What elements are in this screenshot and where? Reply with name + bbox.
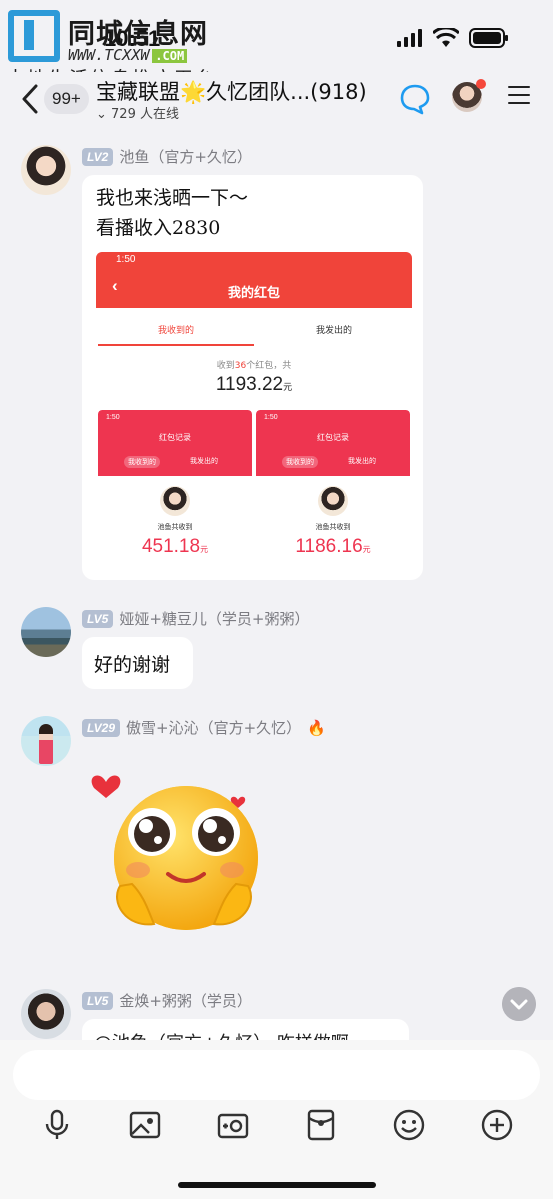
scroll-to-bottom-icon[interactable]	[502, 987, 536, 1021]
sender-meta: LV29 傲雪+沁沁（官方+久忆） 🔥	[82, 717, 326, 738]
record-time: 1:50	[106, 414, 120, 421]
header-avatar[interactable]	[452, 79, 486, 112]
record-tab-sent: 我发出的	[190, 457, 218, 465]
record-card: 1:50 红包记录 我收到的 我发出的 池鱼共收到 451.18元	[98, 410, 252, 570]
online-count[interactable]: ⌄ 729 人在线	[96, 103, 179, 122]
battery-icon	[469, 28, 508, 48]
unread-badge[interactable]: 99+	[44, 84, 89, 114]
watermark-logo-icon	[8, 10, 60, 62]
emoji-icon[interactable]	[392, 1108, 426, 1142]
screenshot-time: 1:50	[116, 254, 136, 265]
sender-meta: LV2 池鱼（官方+久忆）	[82, 146, 252, 167]
shared-screenshot-image[interactable]: 1:50 ‹ 我的红包 我收到的 我发出的 收到36个红包，共 1193.22元…	[96, 252, 412, 570]
record-caption: 池鱼共收到	[315, 523, 351, 531]
watermark-url: WWW.TCXXW .COM	[68, 46, 188, 64]
back-icon[interactable]	[16, 82, 46, 116]
message-bubble[interactable]: 好的谢谢	[82, 637, 193, 689]
record-amount: 451.18元	[141, 536, 209, 557]
notification-dot	[476, 79, 486, 89]
record-card: 1:50 红包记录 我收到的 我发出的 池鱼共收到 1186.16元	[256, 410, 410, 570]
fire-badge-icon: 🔥	[307, 718, 326, 737]
level-badge: LV5	[82, 609, 114, 628]
image-icon[interactable]	[128, 1108, 162, 1142]
menu-icon[interactable]	[508, 86, 530, 106]
sender-name[interactable]: 金焕+粥粥（学员）	[119, 990, 252, 1011]
input-bar	[0, 1040, 553, 1199]
camera-icon[interactable]	[216, 1108, 250, 1142]
avatar[interactable]	[21, 716, 71, 766]
system-icons	[397, 28, 509, 48]
signal-icon	[397, 29, 422, 47]
pleading-face-sticker[interactable]	[90, 770, 270, 940]
avatar[interactable]	[21, 989, 71, 1039]
group-title[interactable]: 宝藏联盟🌟久忆团队...(918)	[96, 76, 367, 106]
level-badge: LV29	[82, 718, 121, 737]
screenshot-total: 1193.22元	[215, 374, 293, 395]
message-text: 我也来浅晒一下～ 看播收入2830	[96, 187, 249, 239]
screenshot-title: 我的红包	[227, 286, 280, 301]
message-input[interactable]	[13, 1050, 540, 1100]
record-tab-sent: 我发出的	[348, 457, 376, 465]
sender-meta: LV5 娅娅+糖豆儿（学员+粥粥）	[82, 608, 310, 629]
avatar[interactable]	[21, 145, 71, 195]
screenshot-topbar: 1:50 ‹ 我的红包	[96, 252, 412, 308]
record-amount: 1186.16元	[295, 536, 371, 557]
record-title: 红包记录	[159, 433, 191, 442]
record-tab-received: 我收到的	[282, 456, 318, 468]
message-text: 好的谢谢	[94, 654, 171, 676]
record-avatar	[318, 486, 348, 516]
record-time: 1:50	[264, 414, 278, 421]
sender-meta: LV5 金焕+粥粥（学员）	[82, 990, 252, 1011]
sender-name[interactable]: 娅娅+糖豆儿（学员+粥粥）	[119, 608, 309, 629]
red-packet-icon[interactable]	[304, 1108, 338, 1142]
wifi-icon	[433, 28, 459, 47]
level-badge: LV5	[82, 991, 114, 1010]
screenshot-tab-sent: 我发出的	[316, 326, 353, 336]
home-indicator[interactable]	[178, 1182, 376, 1188]
record-tab-received: 我收到的	[124, 456, 160, 468]
chat-header: 99+ 宝藏联盟🌟久忆团队...(918) ⌄ 729 人在线	[0, 72, 553, 128]
level-badge: LV2	[82, 147, 114, 166]
chat-bubble-icon[interactable]	[398, 82, 432, 122]
avatar[interactable]	[21, 607, 71, 657]
record-avatar	[160, 486, 190, 516]
sender-name[interactable]: 傲雪+沁沁（官方+久忆）	[126, 717, 301, 738]
record-caption: 池鱼共收到	[157, 523, 193, 531]
screenshot-tab-received: 我收到的	[158, 326, 195, 336]
screenshot-tab-underline	[98, 344, 254, 346]
microphone-icon[interactable]	[40, 1108, 74, 1142]
add-icon[interactable]	[480, 1108, 514, 1142]
record-title: 红包记录	[317, 433, 349, 442]
screenshot-summary: 收到36个红包，共	[216, 361, 292, 371]
sender-name[interactable]: 池鱼（官方+久忆）	[119, 146, 252, 167]
